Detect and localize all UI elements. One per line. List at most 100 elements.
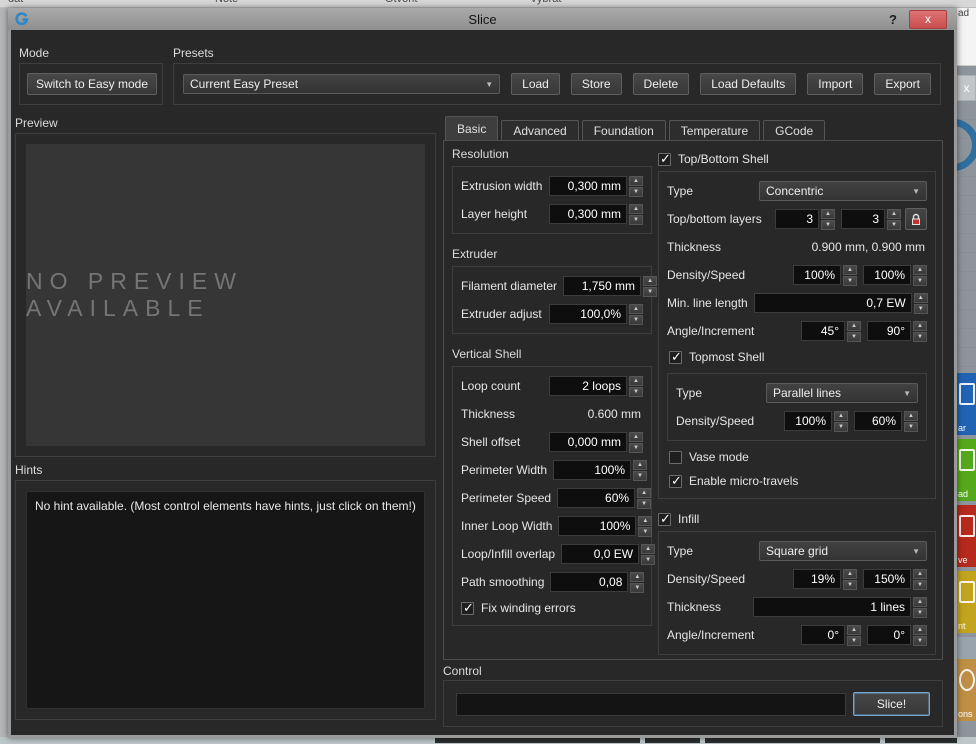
resolution-group: Extrusion width 0,300 mm ▲▼ Layer height… bbox=[452, 166, 652, 234]
min-line-length-input[interactable]: 0,7 EW bbox=[754, 293, 912, 313]
filament-diameter-input[interactable]: 1,750 mm bbox=[563, 276, 641, 296]
fix-winding-errors-checkbox[interactable] bbox=[461, 602, 474, 615]
delete-button[interactable]: Delete bbox=[633, 73, 690, 95]
field-label: Angle/Increment bbox=[667, 628, 795, 642]
tbs-thickness-value: 0.900 mm, 0.900 mm bbox=[812, 240, 927, 254]
top-bottom-shell-header[interactable]: Top/Bottom Shell bbox=[658, 147, 936, 171]
spinner[interactable]: ▲▼ bbox=[913, 625, 927, 645]
extruder-adjust-input[interactable]: 100,0% bbox=[549, 304, 627, 324]
lock-layers-button[interactable] bbox=[905, 208, 927, 230]
infill-thickness-input[interactable]: 1 lines bbox=[753, 597, 911, 617]
infill-increment-input[interactable]: 0° bbox=[867, 625, 911, 645]
spinner[interactable]: ▲▼ bbox=[637, 488, 651, 508]
bg-toolbar-label: Otvorit bbox=[385, 0, 417, 5]
vase-mode-row[interactable]: Vase mode bbox=[659, 445, 935, 469]
bg-save-button[interactable]: ve bbox=[957, 505, 976, 567]
store-button[interactable]: Store bbox=[571, 73, 622, 95]
infill-header[interactable]: Infill bbox=[658, 507, 936, 531]
spinner[interactable]: ▲▼ bbox=[630, 572, 644, 592]
preset-select[interactable]: Current Easy Preset ▼ bbox=[183, 74, 500, 94]
vase-mode-checkbox[interactable] bbox=[669, 451, 682, 464]
bg-print-button[interactable]: nt bbox=[957, 571, 976, 633]
top-layers-input[interactable]: 3 bbox=[775, 209, 819, 229]
spinner[interactable]: ▲▼ bbox=[843, 569, 857, 589]
tab-gcode[interactable]: GCode bbox=[763, 120, 825, 140]
hints-group: No hint available. (Most control element… bbox=[15, 480, 436, 720]
infill-checkbox[interactable] bbox=[658, 513, 671, 526]
extrusion-width-input[interactable]: 0,300 mm bbox=[549, 176, 627, 196]
mode-section-label: Mode bbox=[19, 46, 49, 60]
spinner[interactable]: ▲▼ bbox=[633, 460, 647, 480]
fix-winding-errors-row[interactable]: Fix winding errors bbox=[453, 596, 651, 620]
tbs-speed-input[interactable]: 100% bbox=[863, 265, 911, 285]
spinner[interactable]: ▲▼ bbox=[629, 204, 643, 224]
spinner[interactable]: ▲▼ bbox=[843, 265, 857, 285]
infill-angle-input[interactable]: 0° bbox=[801, 625, 845, 645]
spinner[interactable]: ▲▼ bbox=[913, 597, 927, 617]
topmost-shell-header[interactable]: Topmost Shell bbox=[659, 345, 935, 369]
tbs-density-input[interactable]: 100% bbox=[793, 265, 841, 285]
close-button[interactable]: x bbox=[909, 10, 947, 29]
perimeter-width-input[interactable]: 100% bbox=[553, 460, 631, 480]
micro-travels-checkbox[interactable] bbox=[669, 475, 682, 488]
load-defaults-button[interactable]: Load Defaults bbox=[700, 73, 796, 95]
load-button[interactable]: Load bbox=[511, 73, 560, 95]
import-button[interactable]: Import bbox=[807, 73, 863, 95]
infill-type-select[interactable]: Square grid ▼ bbox=[759, 541, 927, 561]
switch-easy-mode-button[interactable]: Switch to Easy mode bbox=[27, 73, 157, 95]
loop-infill-overlap-input[interactable]: 0,0 EW bbox=[561, 544, 639, 564]
spinner[interactable]: ▲▼ bbox=[629, 304, 643, 324]
topmost-density-input[interactable]: 100% bbox=[784, 411, 832, 431]
spinner[interactable]: ▲▼ bbox=[913, 265, 927, 285]
tab-basic[interactable]: Basic bbox=[445, 116, 498, 140]
micro-travels-row[interactable]: Enable micro-travels bbox=[659, 469, 935, 493]
tbs-increment-input[interactable]: 90° bbox=[867, 321, 911, 341]
titlebar[interactable]: Slice ? x bbox=[8, 8, 957, 30]
infill-speed-input[interactable]: 150% bbox=[863, 569, 911, 589]
spinner[interactable]: ▲▼ bbox=[821, 209, 835, 229]
spinner[interactable]: ▲▼ bbox=[913, 569, 927, 589]
chevron-down-icon: ▼ bbox=[485, 80, 493, 89]
tbs-angle-input[interactable]: 45° bbox=[801, 321, 845, 341]
spinner[interactable]: ▲▼ bbox=[887, 209, 901, 229]
spinner[interactable]: ▲▼ bbox=[643, 276, 657, 296]
loop-count-input[interactable]: 2 loops bbox=[549, 376, 627, 396]
spinner[interactable]: ▲▼ bbox=[904, 411, 918, 431]
spinner[interactable]: ▲▼ bbox=[638, 516, 652, 536]
bg-clear-button[interactable]: ar bbox=[957, 373, 976, 435]
spinner[interactable]: ▲▼ bbox=[629, 176, 643, 196]
tab-foundation[interactable]: Foundation bbox=[582, 120, 666, 140]
topmost-shell-checkbox[interactable] bbox=[669, 351, 682, 364]
export-button[interactable]: Export bbox=[874, 73, 931, 95]
field-label: Min. line length bbox=[667, 296, 748, 310]
tbs-type-select[interactable]: Concentric ▼ bbox=[759, 181, 927, 201]
bg-options-button[interactable]: ons bbox=[957, 659, 976, 721]
spinner[interactable]: ▲▼ bbox=[834, 411, 848, 431]
path-smoothing-input[interactable]: 0,08 bbox=[550, 572, 628, 592]
bg-load-button[interactable]: ad bbox=[957, 439, 976, 501]
tab-advanced[interactable]: Advanced bbox=[501, 120, 578, 140]
top-bottom-shell-checkbox[interactable] bbox=[658, 153, 671, 166]
bg-close-button[interactable]: x bbox=[957, 75, 976, 101]
spinner[interactable]: ▲▼ bbox=[914, 293, 928, 313]
background-left-edge bbox=[0, 8, 8, 738]
perimeter-speed-input[interactable]: 60% bbox=[557, 488, 635, 508]
spinner[interactable]: ▲▼ bbox=[629, 376, 643, 396]
topmost-speed-input[interactable]: 60% bbox=[854, 411, 902, 431]
spinner[interactable]: ▲▼ bbox=[847, 321, 861, 341]
shell-offset-input[interactable]: 0,000 mm bbox=[549, 432, 627, 452]
save-icon bbox=[959, 515, 975, 537]
slice-button[interactable]: Slice! bbox=[853, 692, 930, 716]
spinner[interactable]: ▲▼ bbox=[913, 321, 927, 341]
spinner[interactable]: ▲▼ bbox=[641, 544, 655, 564]
layer-height-input[interactable]: 0,300 mm bbox=[549, 204, 627, 224]
help-button[interactable]: ? bbox=[885, 12, 901, 27]
infill-density-input[interactable]: 19% bbox=[793, 569, 841, 589]
inner-loop-width-input[interactable]: 100% bbox=[558, 516, 636, 536]
spinner[interactable]: ▲▼ bbox=[847, 625, 861, 645]
topmost-type-select[interactable]: Parallel lines ▼ bbox=[766, 383, 918, 403]
tab-temperature[interactable]: Temperature bbox=[669, 120, 760, 140]
hints-textarea[interactable]: No hint available. (Most control element… bbox=[26, 491, 425, 709]
spinner[interactable]: ▲▼ bbox=[629, 432, 643, 452]
bottom-layers-input[interactable]: 3 bbox=[841, 209, 885, 229]
